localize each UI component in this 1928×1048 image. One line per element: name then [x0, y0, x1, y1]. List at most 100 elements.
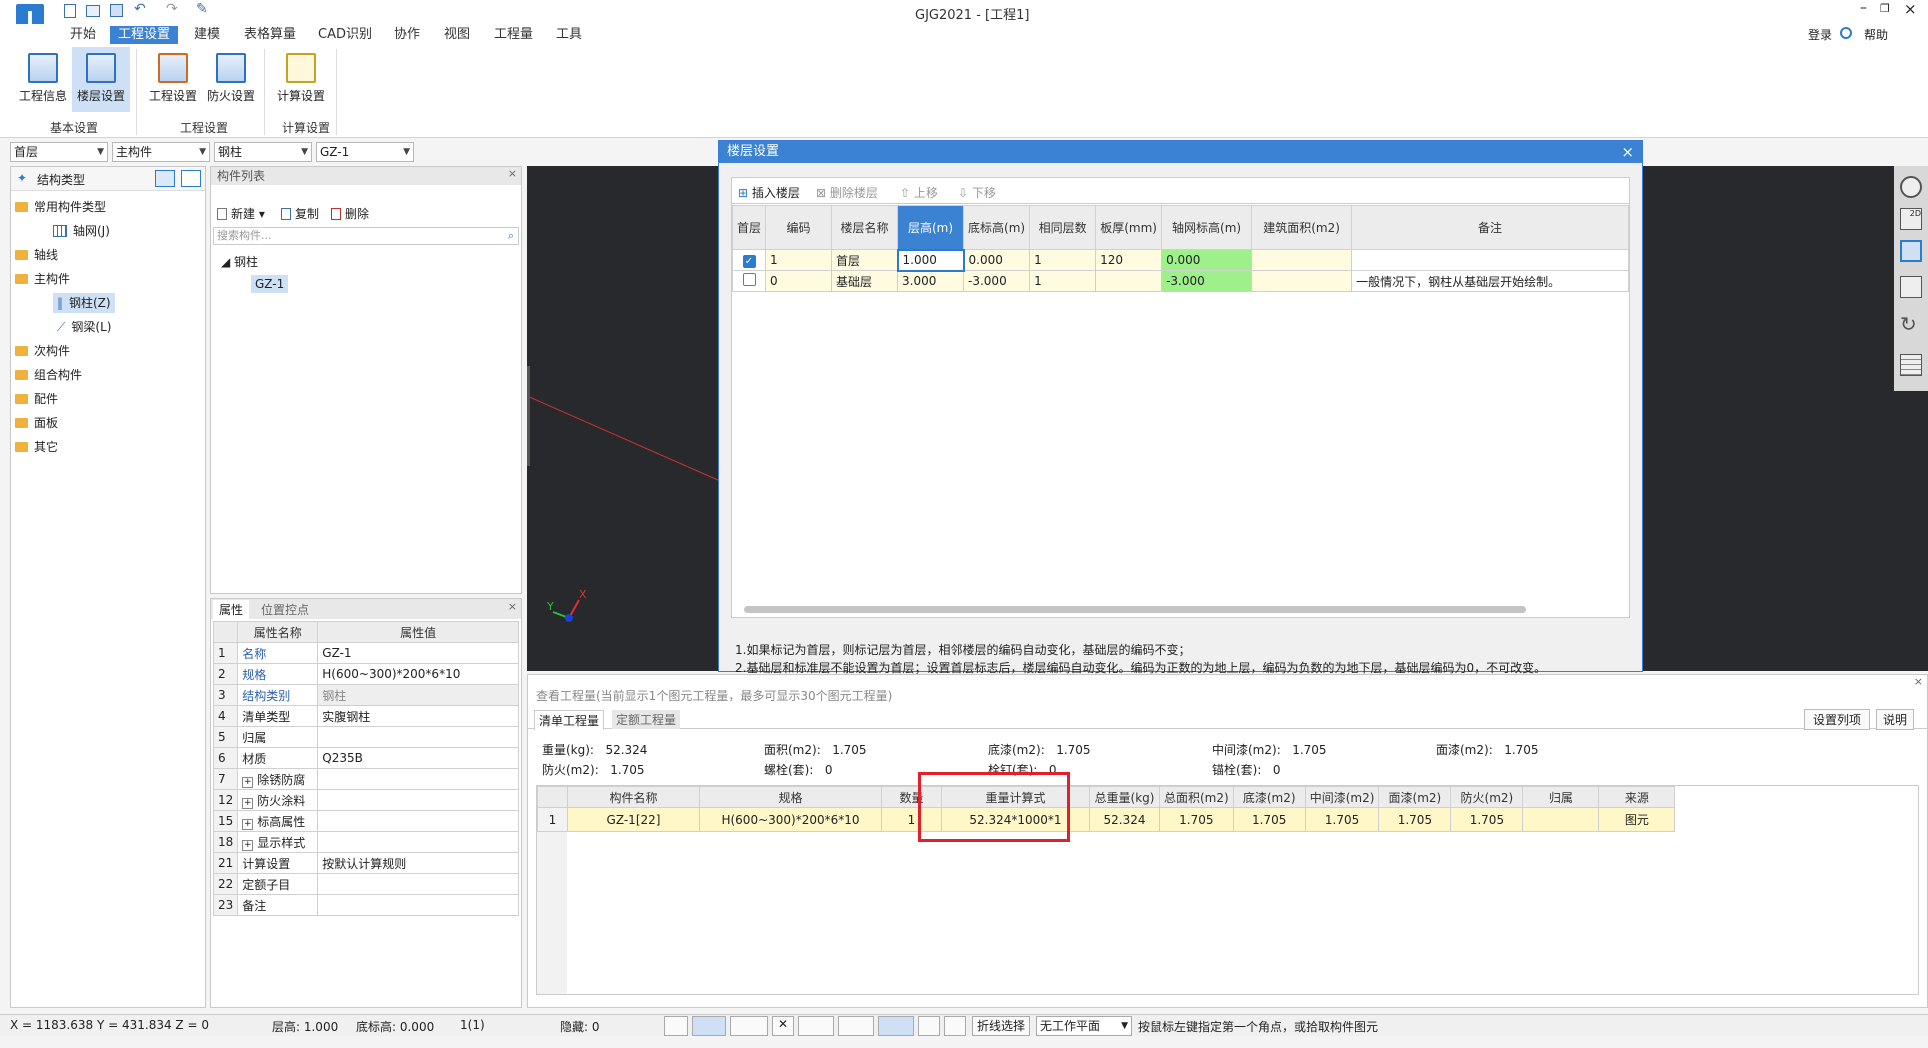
- menu-view[interactable]: 视图: [436, 26, 478, 44]
- tree-axis-line[interactable]: 轴线: [15, 245, 58, 265]
- view-2d-icon[interactable]: 2D: [1900, 208, 1922, 230]
- copy-button[interactable]: 复制: [281, 205, 319, 222]
- property-row[interactable]: 22 定额子目: [212, 873, 519, 895]
- height-cell[interactable]: 1.000: [896, 248, 965, 272]
- first-floor-cell[interactable]: ✓: [731, 249, 767, 271]
- rotate-icon[interactable]: ↻: [1900, 312, 1917, 336]
- menu-cad[interactable]: CAD识别: [310, 26, 380, 44]
- new-button[interactable]: 新建 ▾: [217, 205, 265, 222]
- floor-hscrollbar[interactable]: [744, 606, 1526, 613]
- type-select[interactable]: 钢柱 ▼: [214, 142, 312, 162]
- tree-common-types[interactable]: 常用构件类型: [15, 197, 106, 217]
- tree-fittings[interactable]: 配件: [15, 389, 58, 409]
- floor-select[interactable]: 首层 ▼: [10, 142, 108, 162]
- note-cell[interactable]: 一般情况下，钢柱从基础层开始绘制。: [1351, 270, 1629, 292]
- expand-plus-icon[interactable]: +: [242, 797, 254, 809]
- quick-save-icon[interactable]: [110, 4, 123, 17]
- expand-plus-icon[interactable]: +: [242, 839, 254, 851]
- help-menu[interactable]: 帮助: [1864, 26, 1888, 43]
- property-value[interactable]: [317, 726, 519, 748]
- property-value[interactable]: 按默认计算规则: [317, 852, 519, 874]
- tree-steel-column[interactable]: ‖ 钢柱(Z): [53, 293, 115, 313]
- menu-table-calc[interactable]: 表格算量: [236, 26, 304, 44]
- property-value[interactable]: H(600~300)*200*6*10: [317, 663, 519, 685]
- cross-select-button[interactable]: ✕: [772, 1016, 794, 1036]
- close-window-icon[interactable]: ×: [1904, 0, 1917, 18]
- pen-icon[interactable]: ✎: [196, 1, 208, 17]
- menu-modeling[interactable]: 建模: [186, 26, 228, 44]
- close-icon[interactable]: ×: [1914, 675, 1923, 688]
- copy-view-button[interactable]: [944, 1016, 966, 1036]
- search-icon[interactable]: ⌕: [508, 228, 514, 244]
- height-cell[interactable]: 3.000: [897, 270, 965, 292]
- area-cell[interactable]: [1251, 249, 1353, 271]
- menu-collab[interactable]: 协作: [386, 26, 428, 44]
- quantity-row[interactable]: 1 GZ-1[22] H(600~300)*200*6*10 1 52.324*1000…: [537, 807, 1676, 832]
- name-cell[interactable]: 基础层: [831, 270, 899, 292]
- category-select[interactable]: 主构件 ▼: [112, 142, 210, 162]
- restore-icon[interactable]: ❐: [1880, 2, 1890, 15]
- property-value[interactable]: [317, 873, 519, 895]
- menu-project-settings[interactable]: 工程设置: [110, 26, 179, 44]
- note-cell[interactable]: [1351, 249, 1629, 271]
- component-item-gz1[interactable]: GZ-1: [251, 275, 289, 293]
- property-value[interactable]: 钢柱: [317, 684, 519, 706]
- property-value[interactable]: GZ-1: [317, 642, 519, 664]
- grid-view-icon[interactable]: [181, 170, 201, 187]
- close-icon[interactable]: ×: [508, 167, 517, 180]
- tab-quota-quantity[interactable]: 定额工程量: [612, 710, 681, 729]
- angle-button[interactable]: [838, 1016, 874, 1036]
- property-row[interactable]: 5 归属: [212, 726, 519, 748]
- property-row[interactable]: 2 规格 H(600~300)*200*6*10: [212, 663, 519, 685]
- property-row[interactable]: 12 + 防火涂料: [212, 789, 519, 811]
- component-search-input[interactable]: 搜索构件... ⌕: [213, 227, 519, 245]
- component-group[interactable]: ◢ 钢柱: [221, 253, 258, 270]
- box-icon[interactable]: [1900, 276, 1922, 298]
- col-height[interactable]: 层高(m): [897, 205, 965, 250]
- property-value[interactable]: Q235B: [317, 747, 519, 769]
- tree-other[interactable]: 其它: [15, 437, 58, 457]
- component-select[interactable]: GZ-1 ▼: [316, 142, 414, 162]
- tree-combo[interactable]: 组合构件: [15, 365, 82, 385]
- tree-axis-grid[interactable]: 轴网(J): [53, 221, 110, 241]
- view-cube-button[interactable]: [730, 1016, 768, 1036]
- quick-open-icon[interactable]: [86, 5, 100, 17]
- close-dialog-icon[interactable]: ×: [1621, 141, 1634, 163]
- menu-tools[interactable]: 工具: [548, 26, 590, 44]
- axis-cell[interactable]: 0.000: [1161, 249, 1253, 271]
- project-info-button[interactable]: 工程信息: [14, 47, 72, 112]
- code-cell[interactable]: 0: [765, 270, 833, 292]
- bottom-cell[interactable]: 0.000: [963, 249, 1031, 271]
- checkbox-checked-icon[interactable]: ✓: [742, 254, 756, 268]
- code-cell[interactable]: 1: [765, 249, 833, 271]
- slab-cell[interactable]: [1095, 270, 1163, 292]
- property-value[interactable]: [317, 810, 519, 832]
- insert-floor-button[interactable]: ⊞ 插入楼层: [738, 184, 800, 201]
- delete-floor-button[interactable]: ⊠ 删除楼层: [816, 184, 878, 201]
- property-row[interactable]: 23 备注: [212, 894, 519, 916]
- help-circle-icon[interactable]: [1840, 27, 1852, 39]
- fire-settings-button[interactable]: 防火设置: [202, 47, 260, 112]
- close-icon[interactable]: ×: [508, 600, 517, 613]
- tree-steel-beam[interactable]: ⟋ 钢梁(L): [57, 317, 111, 337]
- delete-button[interactable]: 删除: [331, 205, 369, 222]
- list-view-icon[interactable]: [155, 170, 175, 187]
- redo-icon[interactable]: ↷: [166, 1, 178, 17]
- same-cell[interactable]: 1: [1029, 249, 1097, 271]
- tab-list-quantity[interactable]: 清单工程量: [534, 710, 605, 730]
- property-value[interactable]: 实腹钢柱: [317, 705, 519, 727]
- table-view-icon[interactable]: [1900, 354, 1922, 376]
- frame-button[interactable]: [918, 1016, 940, 1036]
- move-up-button[interactable]: ⇧ 上移: [900, 184, 938, 201]
- first-floor-cell[interactable]: [731, 270, 767, 292]
- tab-position-control[interactable]: 位置控点: [255, 600, 315, 619]
- floor-settings-button[interactable]: 楼层设置: [72, 47, 130, 112]
- property-row[interactable]: 7 + 除锈防腐: [212, 768, 519, 790]
- explain-button[interactable]: 说明: [1876, 709, 1915, 730]
- view-cube-icon[interactable]: [1900, 240, 1922, 262]
- align-button[interactable]: [878, 1016, 914, 1036]
- move-down-button[interactable]: ⇩ 下移: [958, 184, 996, 201]
- workplane-select[interactable]: 无工作平面 ▼: [1036, 1016, 1132, 1036]
- floor-row[interactable]: 0 基础层 3.000 -3.000 1 -3.000 一般情况下，钢柱从基础层…: [731, 270, 1629, 292]
- tree-panel[interactable]: 面板: [15, 413, 58, 433]
